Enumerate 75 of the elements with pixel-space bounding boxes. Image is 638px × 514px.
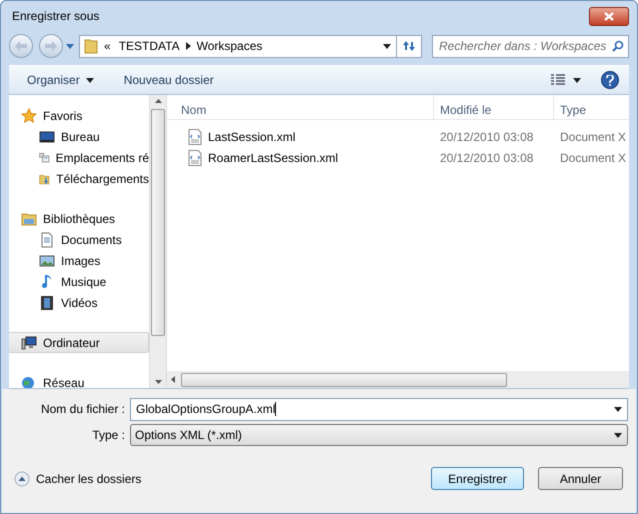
cancel-button[interactable]: Annuler [538,467,623,490]
horizontal-scrollbar[interactable] [167,371,629,388]
file-name: RoamerLastSession.xml [208,150,338,166]
caret-icon [383,44,391,48]
filename-field[interactable]: GlobalOptionsGroupA.xml [130,398,628,420]
sidebar-item[interactable]: Ordinateur [9,332,149,353]
file-row[interactable]: LastSession.xml 20/12/2010 03:08 Document X [167,126,629,147]
breadcrumb-item[interactable]: TESTDATA [118,37,180,55]
caret-icon [614,406,622,412]
document-icon [39,232,55,248]
monitor-icon [39,128,55,144]
back-arrow-icon [15,41,27,51]
forward-button[interactable] [39,34,63,58]
folder-icon [21,210,37,226]
list-view-icon [551,74,565,86]
table-cell-text: Document X [559,128,628,146]
window-title: Enregistrer sous [12,8,100,25]
search-field[interactable]: Rechercher dans : Workspaces [432,34,629,58]
address-bar[interactable]: « TESTDATA Workspaces [79,34,422,58]
caret-icon [86,78,94,82]
help-button[interactable] [601,71,619,89]
star-icon [21,108,37,124]
sidebar-item[interactable]: Téléchargements [9,168,149,189]
xml-file-icon [188,150,202,166]
folder-icon [84,38,98,54]
type-dropdown[interactable]: Options XML (*.xml) [130,424,628,446]
file-row[interactable]: RoamerLastSession.xml 20/12/2010 03:08 Document X [167,147,629,168]
xml-file-icon [188,128,202,144]
sidebar-item[interactable]: Documents [9,229,149,250]
view-button[interactable] [551,74,581,86]
sidebar-item[interactable]: Bureau [9,126,149,147]
sidebar-item[interactable]: Réseau [9,372,149,388]
sidebar-item[interactable]: Bibliothèques [9,208,149,229]
hide-folders-button[interactable]: Cacher les dossiers [14,470,142,488]
search-icon [612,40,624,52]
vertical-scrollbar[interactable] [149,95,166,388]
close-icon [604,12,614,20]
sidebar-item[interactable]: Vidéos [9,292,149,313]
scroll-down-icon [154,380,162,384]
scroll-thumb[interactable] [151,109,165,336]
table-cell-text: Document X [559,150,628,166]
sidebar-item[interactable]: Images [9,250,149,271]
back-button[interactable] [9,34,33,58]
sidebar-item[interactable]: Emplacements ré [9,147,149,168]
column-header[interactable]: Modifié le [434,95,554,119]
new-folder-button[interactable]: Nouveau dossier [116,71,222,89]
file-name: LastSession.xml [208,128,296,146]
globe-icon [21,374,37,388]
table-cell-text: 20/12/2010 03:08 [439,128,534,146]
help-icon [606,74,614,86]
film-icon [39,294,55,310]
column-header[interactable]: Nom [167,95,434,119]
scroll-left-icon [171,376,175,383]
sidebar-item[interactable]: Musique [9,271,149,292]
image-icon [39,252,55,268]
table-cell-text: 20/12/2010 03:08 [439,150,534,166]
caret-icon [66,44,74,48]
scroll-thumb[interactable] [181,372,507,386]
scroll-up-icon [154,99,162,103]
sidebar-item[interactable]: Favoris [9,105,149,126]
breadcrumb-arrow-icon [186,42,191,50]
caret-icon [573,78,581,82]
forward-arrow-icon [45,41,57,51]
refresh-icon [402,40,416,52]
overflow-chevron[interactable]: « [104,37,111,55]
organize-button[interactable]: Organiser [19,71,102,89]
filename-label: Nom du fichier : [40,401,126,418]
breadcrumb-item[interactable]: Workspaces [196,37,262,55]
caret-icon [614,432,622,438]
column-header[interactable]: Type [554,95,629,119]
computer-icon [21,334,37,350]
save-button[interactable]: Enregistrer [431,467,524,490]
collapse-icon [14,470,30,486]
type-label: Type : [91,427,126,444]
close-button[interactable] [589,6,629,26]
